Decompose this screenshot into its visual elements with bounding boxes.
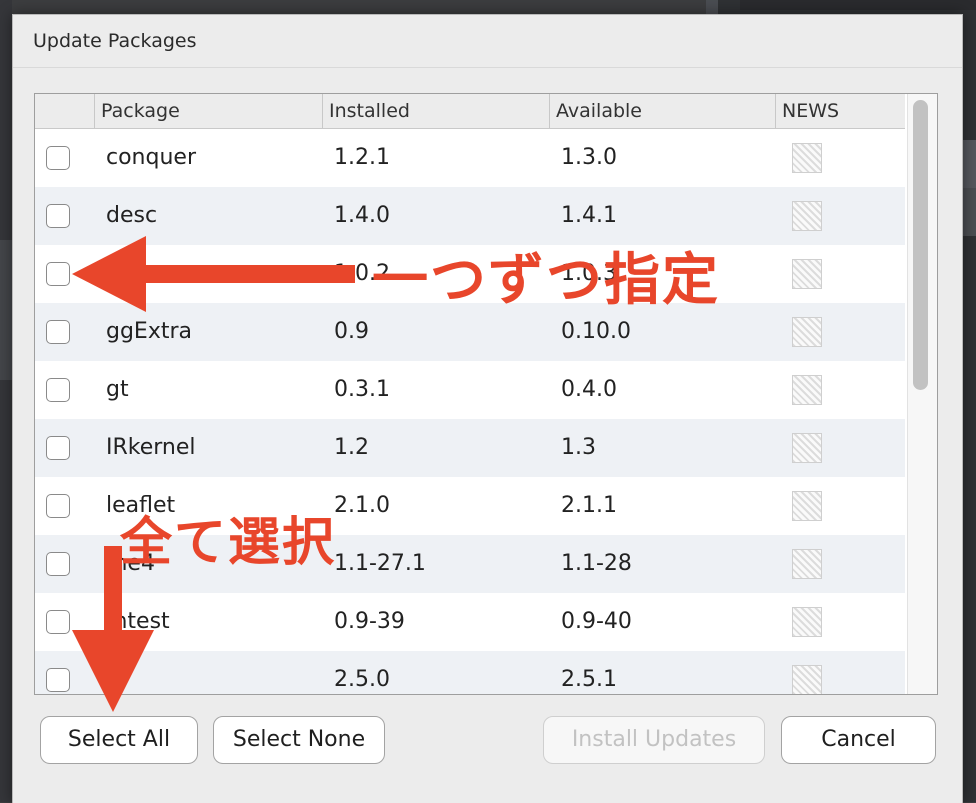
package-name: ggExtra: [106, 319, 193, 344]
package-list: Package Installed Available NEWS conquer…: [34, 93, 938, 695]
package-name: conquer: [106, 145, 196, 170]
package-name: desc: [106, 203, 158, 228]
select-all-button[interactable]: Select All: [40, 716, 198, 764]
row-checkbox[interactable]: [46, 204, 70, 228]
row-checkbox[interactable]: [46, 320, 70, 344]
dialog-title: Update Packages: [33, 30, 197, 52]
select-none-button[interactable]: Select None: [213, 716, 385, 764]
installed-version: 0.9: [334, 319, 369, 344]
row-checkbox[interactable]: [46, 494, 70, 518]
package-rows: conquer 1.2.1 1.3.0 desc 1.4.0 1.4.1 1.0…: [35, 129, 905, 694]
installed-version: 1.2.1: [334, 145, 390, 170]
available-version: 1.3: [561, 435, 596, 460]
package-name: o: [106, 667, 120, 692]
installed-version: 0.9-39: [334, 609, 405, 634]
news-icon[interactable]: [792, 665, 822, 694]
installed-version: 1.1-27.1: [334, 551, 426, 576]
header-news[interactable]: NEWS: [775, 94, 905, 128]
installed-version: 0.3.1: [334, 377, 390, 402]
cancel-button[interactable]: Cancel: [781, 716, 936, 764]
table-row: gt 0.3.1 0.4.0: [35, 361, 905, 419]
news-icon[interactable]: [792, 491, 822, 521]
row-checkbox[interactable]: [46, 668, 70, 692]
news-icon[interactable]: [792, 607, 822, 637]
dialog-titlebar: Update Packages: [13, 15, 962, 68]
news-icon[interactable]: [792, 259, 822, 289]
available-version: 1.1-28: [561, 551, 632, 576]
installed-version: 2.5.0: [334, 667, 390, 692]
annotation-one-by-one: 一つずつ指定: [372, 248, 720, 313]
annotation-select-all: 全て選択: [120, 513, 337, 573]
available-version: 2.5.1: [561, 667, 617, 692]
header-available[interactable]: Available: [549, 94, 775, 128]
installed-version: 2.1.0: [334, 493, 390, 518]
row-checkbox[interactable]: [46, 378, 70, 402]
table-row: o 2.5.0 2.5.1: [35, 651, 905, 694]
package-name: mtest: [106, 609, 170, 634]
news-icon[interactable]: [792, 201, 822, 231]
available-version: 1.3.0: [561, 145, 617, 170]
update-packages-dialog: Update Packages Package Installed Availa…: [12, 14, 963, 803]
backdrop-top: [740, 0, 976, 10]
row-checkbox[interactable]: [46, 610, 70, 634]
row-checkbox[interactable]: [46, 436, 70, 460]
table-row: IRkernel 1.2 1.3: [35, 419, 905, 477]
table-row: mtest 0.9-39 0.9-40: [35, 593, 905, 651]
news-icon[interactable]: [792, 375, 822, 405]
installed-version: 1.2: [334, 435, 369, 460]
package-name: IRkernel: [106, 435, 196, 460]
row-checkbox[interactable]: [46, 262, 70, 286]
table-row: conquer 1.2.1 1.3.0: [35, 129, 905, 187]
table-header: Package Installed Available NEWS: [35, 94, 905, 129]
package-name: gt: [106, 377, 129, 402]
row-checkbox[interactable]: [46, 146, 70, 170]
news-icon[interactable]: [792, 433, 822, 463]
available-version: 2.1.1: [561, 493, 617, 518]
news-icon[interactable]: [792, 143, 822, 173]
header-package[interactable]: Package: [94, 94, 322, 128]
row-checkbox[interactable]: [46, 552, 70, 576]
news-icon[interactable]: [792, 549, 822, 579]
available-version: 0.4.0: [561, 377, 617, 402]
available-version: 0.9-40: [561, 609, 632, 634]
scrollbar-thumb[interactable]: [913, 100, 928, 390]
backdrop-left: [0, 0, 12, 802]
install-updates-button[interactable]: Install Updates: [543, 716, 765, 764]
header-installed[interactable]: Installed: [322, 94, 549, 128]
news-icon[interactable]: [792, 317, 822, 347]
backdrop-left-band: [0, 240, 12, 380]
